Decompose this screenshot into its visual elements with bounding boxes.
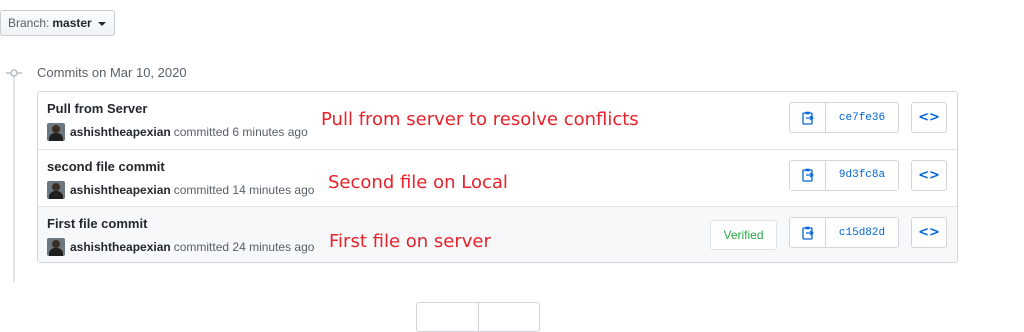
browse-code-button[interactable]: <>	[911, 159, 947, 191]
annotation-text: Pull from server to resolve conflicts	[321, 109, 639, 130]
copy-sha-button[interactable]	[790, 103, 826, 132]
commit-sha-link[interactable]: c15d82d	[826, 218, 898, 248]
avatar[interactable]	[47, 238, 65, 257]
sha-button-group: ce7fe36	[789, 102, 899, 133]
commit-sha-link[interactable]: ce7fe36	[826, 103, 898, 132]
caret-down-icon	[97, 21, 106, 26]
pagination-older-button[interactable]	[477, 303, 540, 331]
author-link[interactable]: ashishtheapexian	[70, 240, 171, 254]
clipboard-icon	[801, 111, 814, 125]
code-icon: <>	[918, 167, 940, 183]
commit-time: committed 24 minutes ago	[173, 240, 315, 255]
commit-meta: ashishtheapexian committed 24 minutes ag…	[47, 238, 315, 257]
commit-time: committed 14 minutes ago	[173, 182, 315, 197]
sha-button-group: 9d3fc8a	[789, 159, 899, 191]
code-icon: <>	[918, 110, 940, 125]
avatar[interactable]	[47, 123, 65, 141]
commit-group-title: Commits on Mar 10, 2020	[37, 65, 187, 80]
author-link[interactable]: ashishtheapexian	[70, 183, 171, 197]
clipboard-icon	[801, 226, 814, 240]
commit-row: First file commit ashishtheapexian commi…	[38, 206, 957, 262]
copy-sha-button[interactable]	[790, 160, 826, 190]
commit-message-link[interactable]: second file commit	[47, 159, 165, 174]
branch-label: Branch:	[8, 16, 50, 30]
commit-message-link[interactable]: Pull from Server	[47, 101, 147, 116]
avatar[interactable]	[47, 180, 65, 199]
verified-badge[interactable]: Verified	[710, 220, 777, 251]
code-icon: <>	[918, 225, 940, 241]
branch-value: master	[52, 16, 92, 30]
commit-time: committed 6 minutes ago	[173, 125, 308, 139]
branch-select-button[interactable]: Branch: master	[0, 10, 115, 36]
git-commit-icon	[6, 69, 22, 77]
copy-sha-button[interactable]	[790, 218, 826, 248]
timeline-line	[13, 70, 15, 282]
pagination-newer-button[interactable]	[417, 303, 478, 331]
annotation-text: First file on server	[329, 231, 491, 253]
commit-sha-link[interactable]: 9d3fc8a	[826, 160, 898, 190]
commit-row: second file commit ashishtheapexian comm…	[38, 148, 957, 207]
commit-meta: ashishtheapexian committed 14 minutes ag…	[47, 180, 315, 199]
browse-code-button[interactable]: <>	[911, 102, 947, 133]
commit-meta: ashishtheapexian committed 6 minutes ago	[47, 123, 308, 141]
sha-button-group: c15d82d	[789, 217, 899, 249]
annotation-text: Second file on Local	[328, 171, 508, 193]
pagination	[416, 302, 540, 332]
commit-list: Pull from Server ashishtheapexian commit…	[37, 91, 958, 263]
browse-code-button[interactable]: <>	[911, 217, 947, 249]
commit-row: Pull from Server ashishtheapexian commit…	[38, 92, 957, 149]
author-link[interactable]: ashishtheapexian	[70, 125, 171, 139]
commit-message-link[interactable]: First file commit	[47, 216, 147, 231]
clipboard-icon	[801, 168, 814, 182]
